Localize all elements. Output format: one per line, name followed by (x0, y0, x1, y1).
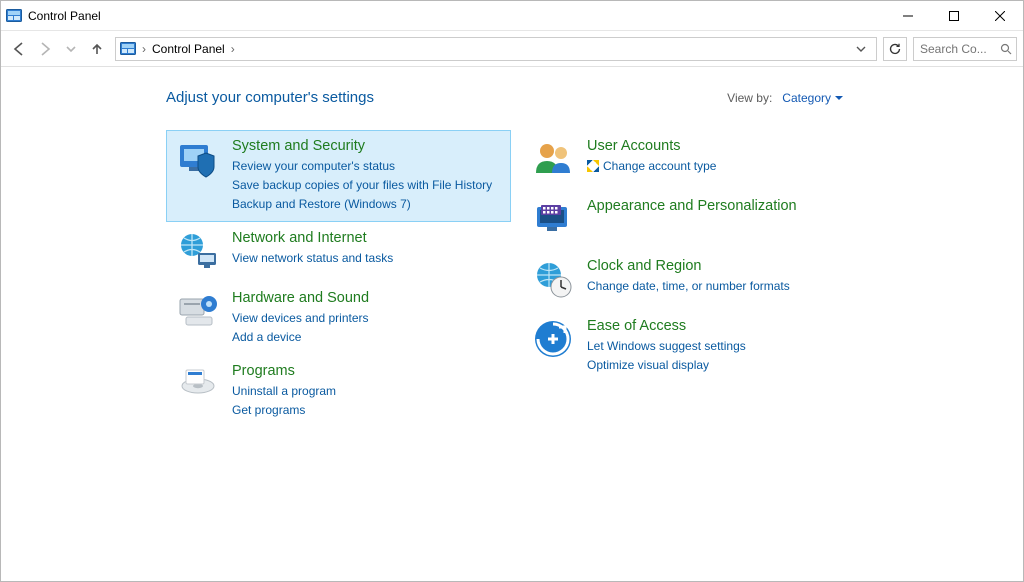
control-panel-icon (6, 8, 22, 24)
task-link[interactable]: Review your computer's status (232, 158, 492, 175)
maximize-button[interactable] (931, 1, 977, 30)
category-ease-of-access[interactable]: Ease of Access Let Windows suggest setti… (521, 310, 866, 383)
view-by-value: Category (782, 91, 831, 105)
window-title: Control Panel (28, 9, 101, 23)
task-link[interactable]: Uninstall a program (232, 383, 336, 400)
breadcrumb-control-panel[interactable]: Control Panel (148, 42, 229, 56)
title-bar: Control Panel (1, 1, 1023, 31)
clock-region-icon (531, 257, 575, 301)
breadcrumb-separator[interactable]: › (229, 42, 237, 56)
network-internet-icon (176, 229, 220, 273)
task-link[interactable]: Add a device (232, 329, 369, 346)
programs-icon (176, 362, 220, 406)
task-link[interactable]: Change account type (587, 158, 716, 175)
category-hardware-and-sound[interactable]: Hardware and Sound View devices and prin… (166, 282, 511, 355)
task-link[interactable]: Let Windows suggest settings (587, 338, 746, 355)
task-link[interactable]: Get programs (232, 402, 336, 419)
category-title[interactable]: Ease of Access (587, 317, 746, 336)
user-accounts-icon (531, 137, 575, 181)
view-by-control: View by: Category (727, 91, 843, 105)
up-button[interactable] (85, 37, 109, 61)
category-title[interactable]: Appearance and Personalization (587, 197, 797, 216)
appearance-personalization-icon (531, 197, 575, 241)
breadcrumb-separator[interactable]: › (140, 42, 148, 56)
system-security-icon (176, 137, 220, 181)
category-network-and-internet[interactable]: Network and Internet View network status… (166, 222, 511, 282)
category-clock-and-region[interactable]: Clock and Region Change date, time, or n… (521, 250, 866, 310)
hardware-sound-icon (176, 289, 220, 333)
category-programs[interactable]: Programs Uninstall a program Get program… (166, 355, 511, 428)
ease-of-access-icon (531, 317, 575, 361)
category-user-accounts[interactable]: User Accounts Change account type (521, 130, 866, 190)
chevron-down-icon (835, 94, 843, 102)
forward-button[interactable] (33, 37, 57, 61)
task-link[interactable]: Change date, time, or number formats (587, 278, 790, 295)
category-column-left: System and Security Review your computer… (166, 130, 511, 428)
page-heading: Adjust your computer's settings (166, 89, 374, 106)
address-dropdown-button[interactable] (856, 44, 874, 54)
search-icon (1000, 43, 1012, 55)
category-system-and-security[interactable]: System and Security Review your computer… (166, 130, 511, 222)
category-title[interactable]: System and Security (232, 137, 492, 156)
minimize-button[interactable] (885, 1, 931, 30)
view-by-dropdown[interactable]: Category (782, 91, 843, 105)
close-button[interactable] (977, 1, 1023, 30)
task-link[interactable]: Backup and Restore (Windows 7) (232, 196, 492, 213)
task-link[interactable]: View network status and tasks (232, 250, 393, 267)
content-area: Adjust your computer's settings View by:… (1, 67, 1023, 428)
search-input[interactable] (918, 41, 990, 57)
task-link[interactable]: Save backup copies of your files with Fi… (232, 177, 492, 194)
task-link[interactable]: Optimize visual display (587, 357, 746, 374)
search-box[interactable] (913, 37, 1017, 61)
task-link[interactable]: View devices and printers (232, 310, 369, 327)
category-title[interactable]: Network and Internet (232, 229, 393, 248)
view-by-label: View by: (727, 91, 772, 105)
category-appearance-and-personalization[interactable]: Appearance and Personalization (521, 190, 866, 250)
back-button[interactable] (7, 37, 31, 61)
category-title[interactable]: Clock and Region (587, 257, 790, 276)
category-column-right: User Accounts Change account type Appear… (521, 130, 866, 428)
category-title[interactable]: User Accounts (587, 137, 716, 156)
address-bar[interactable]: › Control Panel › (115, 37, 877, 61)
nav-bar: › Control Panel › (1, 31, 1023, 67)
category-title[interactable]: Hardware and Sound (232, 289, 369, 308)
recent-locations-button[interactable] (59, 37, 83, 61)
category-title[interactable]: Programs (232, 362, 336, 381)
control-panel-icon (120, 41, 136, 57)
refresh-button[interactable] (883, 37, 907, 61)
